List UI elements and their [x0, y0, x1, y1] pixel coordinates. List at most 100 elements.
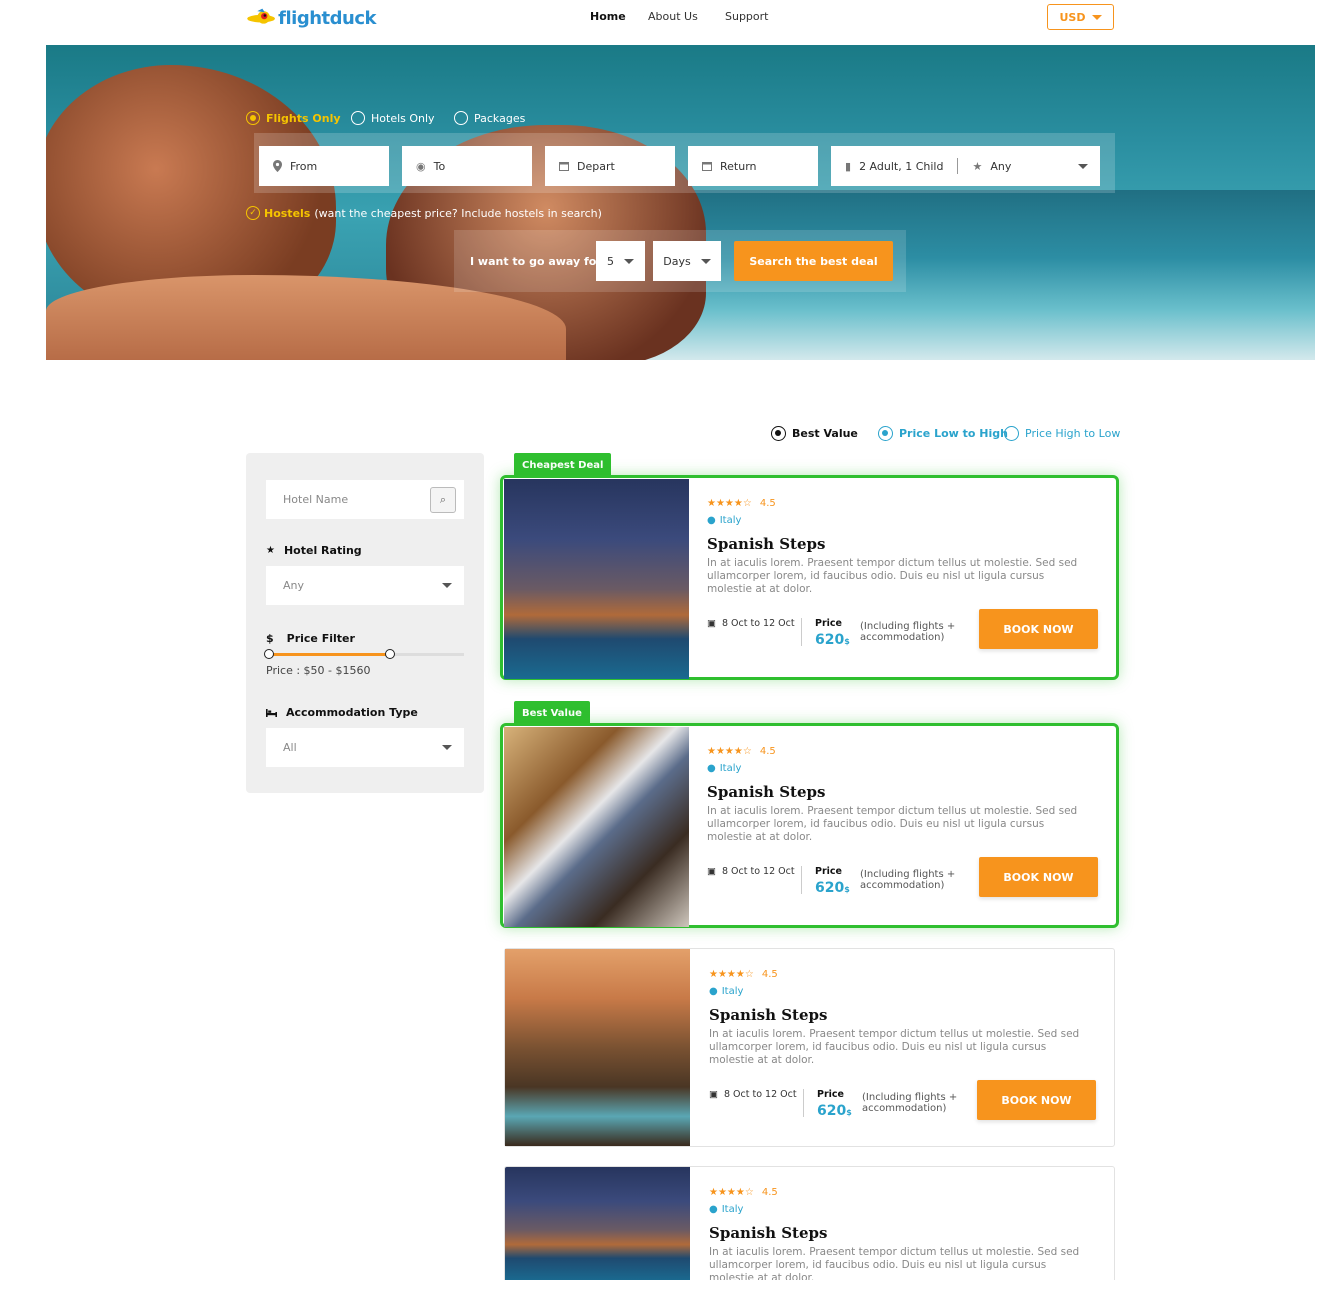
hotel-rating-value: Any — [283, 579, 305, 592]
location-label: Italy — [721, 1204, 744, 1215]
rating-stars: ★★★★☆ 4.5 — [709, 969, 1096, 980]
location-label: Italy — [721, 986, 744, 997]
passengers-class-field[interactable]: ▮ 2 Adult, 1 Child ★ Any — [831, 146, 1100, 186]
price-label: Price — [817, 1089, 844, 1100]
hotel-name-input[interactable]: Hotel Name ⌕ — [266, 480, 464, 519]
star-icon: ★★★★☆ — [709, 969, 754, 980]
go-away-label: I want to go away for — [470, 255, 602, 268]
chevron-down-icon — [624, 258, 634, 264]
rating-stars: ★★★★☆ 4.5 — [707, 498, 1098, 509]
chevron-down-icon — [1078, 163, 1088, 169]
hotel-title[interactable]: Spanish Steps — [709, 1006, 1096, 1024]
return-field[interactable]: Return — [688, 146, 818, 186]
check-icon: ✓ — [246, 206, 260, 220]
result-card[interactable]: ★★★★☆ 4.5 ● Italy Spanish Steps In at ia… — [500, 723, 1119, 928]
hotel-rating-select[interactable]: Any — [266, 566, 464, 605]
location: ● Italy — [709, 986, 1096, 997]
location-label: Italy — [719, 515, 742, 526]
trip-type-flights-only[interactable]: Flights Only — [246, 111, 341, 125]
search-icon[interactable]: ⌕ — [430, 487, 456, 513]
hostels-option[interactable]: ✓ Hostels (want the cheapest price? Incl… — [246, 206, 602, 220]
book-now-button[interactable]: BOOK NOW — [979, 609, 1098, 649]
target-icon: ◉ — [416, 159, 426, 173]
divider — [957, 158, 959, 174]
dates: ▣ 8 Oct to 12 Oct — [707, 866, 795, 877]
card-footer: ▣ 8 Oct to 12 Oct Price 620$ (Including … — [707, 609, 1098, 662]
radio-icon — [454, 111, 468, 125]
to-field[interactable]: ◉ To — [402, 146, 532, 186]
hotel-photo — [505, 949, 690, 1146]
price-filter-heading: $ Price Filter — [266, 632, 355, 645]
result-card[interactable]: ★★★★☆ 4.5 ● Italy Spanish Steps In at ia… — [504, 1166, 1115, 1280]
rating-value: 4.5 — [759, 498, 776, 509]
star-icon: ★★★★☆ — [709, 1187, 754, 1198]
dates-label: 8 Oct to 12 Oct — [721, 618, 795, 629]
duration-unit-select[interactable]: Days — [653, 241, 721, 281]
hotel-name-placeholder: Hotel Name — [283, 493, 349, 506]
calendar-icon — [559, 162, 569, 171]
to-label: To — [433, 159, 446, 173]
book-now-button[interactable]: BOOK NOW — [979, 857, 1098, 897]
location: ● Italy — [707, 515, 1098, 526]
rating-value: 4.5 — [761, 969, 778, 980]
price-note: (Including flights + accommodation) — [860, 869, 956, 891]
hotel-title[interactable]: Spanish Steps — [707, 535, 1098, 553]
dates-label: 8 Oct to 12 Oct — [723, 1089, 797, 1100]
trip-type-label: Flights Only — [266, 111, 341, 125]
calendar-icon: ▣ — [709, 1089, 718, 1100]
hero-banner — [46, 45, 1315, 360]
divider — [801, 618, 802, 646]
location-label: Italy — [719, 763, 742, 774]
divider — [801, 866, 802, 894]
hotel-rating-heading: ★ Hotel Rating — [266, 544, 362, 557]
location: ● Italy — [709, 1204, 1096, 1215]
card-body: ★★★★☆ 4.5 ● Italy Spanish Steps In at ia… — [709, 1167, 1096, 1280]
trip-type-packages[interactable]: Packages — [454, 111, 525, 125]
logo[interactable]: flightduck — [246, 0, 376, 36]
depart-field[interactable]: Depart — [545, 146, 675, 186]
trip-type-label: Hotels Only — [371, 111, 435, 125]
price-value: 620$ — [815, 632, 850, 648]
calendar-icon: ▣ — [707, 618, 716, 629]
star-icon: ★ — [972, 159, 983, 173]
star-icon: ★★★★☆ — [707, 498, 752, 509]
sort-price-low-high[interactable]: Price Low to High — [878, 426, 1008, 441]
star-icon: ★ — [266, 545, 275, 556]
price-currency: $ — [844, 637, 850, 646]
price-label: Price — [815, 618, 842, 629]
star-icon: ★★★★☆ — [707, 746, 752, 757]
price-slider-max-handle[interactable] — [385, 649, 395, 659]
map-pin-icon: ● — [707, 515, 716, 526]
price-note: (Including flights + accommodation) — [860, 621, 956, 643]
result-card[interactable]: ★★★★☆ 4.5 ● Italy Spanish Steps In at ia… — [500, 475, 1119, 680]
chevron-down-icon — [700, 258, 711, 264]
nav-support[interactable]: Support — [725, 10, 768, 23]
trip-type-label: Packages — [474, 111, 526, 125]
chevron-down-icon — [442, 583, 452, 588]
accommodation-select[interactable]: All — [266, 728, 464, 767]
radio-selected-icon — [771, 426, 786, 441]
nav-home[interactable]: Home — [590, 10, 626, 23]
accommodation-value: All — [283, 741, 297, 754]
result-card[interactable]: ★★★★☆ 4.5 ● Italy Spanish Steps In at ia… — [504, 948, 1115, 1147]
trip-type-hotels-only[interactable]: Hotels Only — [351, 111, 435, 125]
rating-value: 4.5 — [759, 746, 776, 757]
sort-price-high-low[interactable]: Price High to Low — [1004, 426, 1120, 441]
price-value: 620$ — [817, 1103, 852, 1119]
card-footer: ▣ 8 Oct to 12 Oct Price 620$ (Including … — [709, 1080, 1096, 1133]
card-body: ★★★★☆ 4.5 ● Italy Spanish Steps In at ia… — [709, 949, 1096, 1067]
currency-select[interactable]: USD — [1047, 4, 1114, 30]
radio-selected-icon — [878, 426, 893, 441]
from-field[interactable]: From — [259, 146, 389, 186]
nav-about-us[interactable]: About Us — [648, 10, 698, 23]
rating-stars: ★★★★☆ 4.5 — [709, 1187, 1096, 1198]
hotel-title[interactable]: Spanish Steps — [709, 1224, 1096, 1242]
price-slider-min-handle[interactable] — [264, 649, 274, 659]
map-pin-icon — [273, 160, 282, 172]
sort-best-value[interactable]: Best Value — [771, 426, 858, 441]
duration-value-select[interactable]: 5 — [596, 241, 645, 281]
hotel-title[interactable]: Spanish Steps — [707, 783, 1098, 801]
book-now-button[interactable]: BOOK NOW — [977, 1080, 1096, 1120]
price-slider-fill — [269, 653, 390, 656]
search-button[interactable]: Search the best deal — [734, 241, 893, 281]
